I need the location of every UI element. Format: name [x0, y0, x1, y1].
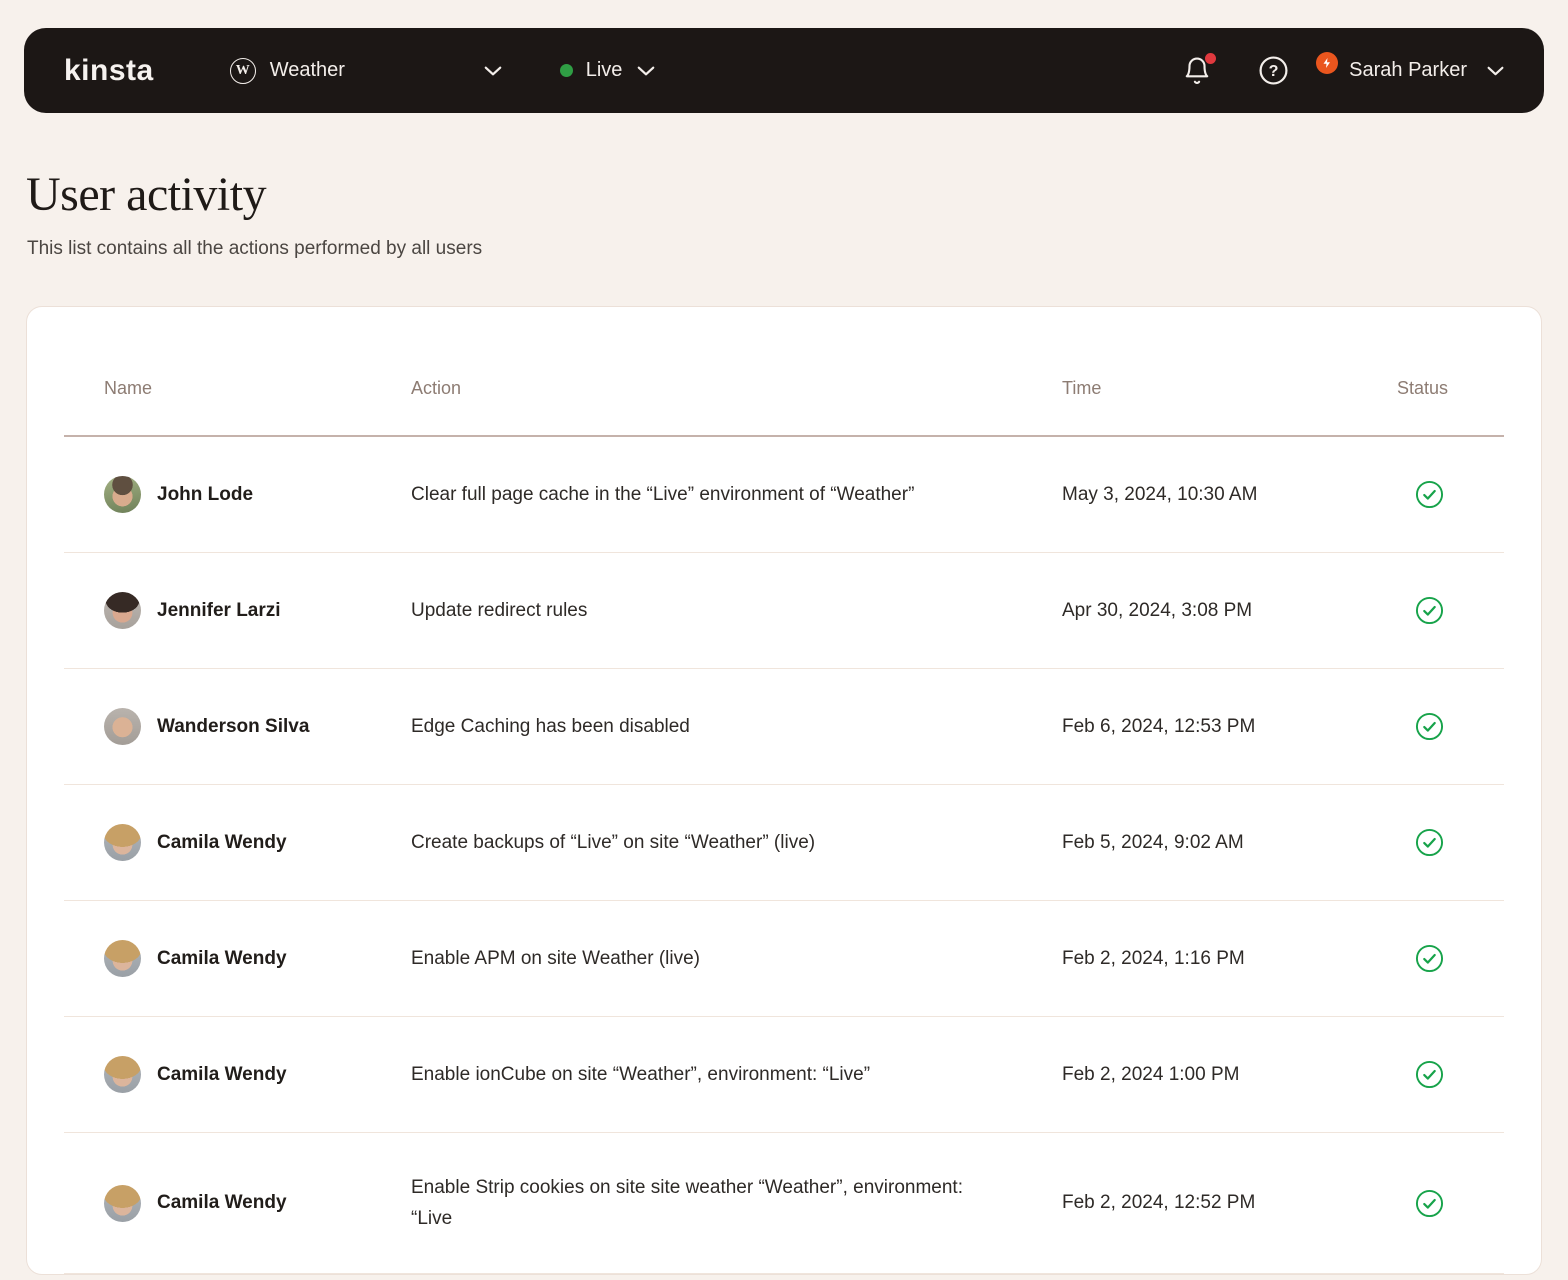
- help-button[interactable]: ?: [1258, 55, 1289, 86]
- success-status-icon: [1415, 828, 1444, 857]
- page-title: User activity: [26, 168, 267, 221]
- column-header-name: Name: [104, 377, 153, 398]
- status-cell: [1397, 828, 1504, 857]
- top-navbar: kinsta W Weather Live ? Sarah Parker: [24, 28, 1544, 113]
- action-text: Create backups of “Live” on site “Weathe…: [411, 832, 816, 853]
- user-name: Camila Wendy: [157, 947, 287, 969]
- column-header-status: Status: [1397, 377, 1449, 398]
- wordpress-icon: W: [229, 57, 256, 84]
- success-status-icon: [1415, 944, 1444, 973]
- user-cell: John Lode: [64, 476, 411, 513]
- action-text: Enable ionCube on site “Weather”, enviro…: [411, 1064, 871, 1085]
- avatar: [104, 940, 141, 977]
- user-name: Jennifer Larzi: [157, 599, 281, 621]
- user-activity-card: Name Action Time Status John Lode Clear …: [26, 306, 1542, 1275]
- table-row: Camila Wendy Create backups of “Live” on…: [64, 785, 1504, 901]
- question-mark-icon: ?: [1259, 56, 1288, 85]
- site-selector-dropdown[interactable]: W Weather: [229, 57, 502, 84]
- time-cell: Feb 2, 2024 1:00 PM: [1062, 1063, 1240, 1085]
- user-menu[interactable]: Sarah Parker: [1316, 51, 1504, 82]
- avatar: [104, 1056, 141, 1093]
- status-cell: [1397, 596, 1504, 625]
- success-status-icon: [1415, 712, 1444, 741]
- status-cell: [1397, 1060, 1504, 1089]
- action-text: Update redirect rules: [411, 600, 588, 621]
- site-selector-label: Weather: [269, 59, 345, 81]
- plan-badge: [1316, 51, 1339, 74]
- action-text: Enable Strip cookies on site site weathe…: [411, 1177, 963, 1229]
- status-cell: [1397, 480, 1504, 509]
- time-cell: May 3, 2024, 10:30 AM: [1062, 483, 1258, 505]
- action-cell: Update redirect rules: [411, 595, 1062, 626]
- action-cell: Enable Strip cookies on site site weathe…: [411, 1172, 1062, 1234]
- chevron-down-icon: [484, 66, 502, 75]
- user-name: Wanderson Silva: [157, 715, 310, 737]
- time-cell: Feb 2, 2024, 12:52 PM: [1062, 1192, 1256, 1213]
- chevron-down-icon: [1487, 66, 1504, 75]
- chevron-down-icon: [638, 66, 655, 75]
- success-status-icon: [1415, 1189, 1444, 1217]
- action-cell: Enable APM on site Weather (live): [411, 943, 1062, 974]
- time-cell: Apr 30, 2024, 3:08 PM: [1062, 599, 1253, 621]
- environment-selector-label: Live: [585, 59, 623, 81]
- column-header-action: Action: [411, 377, 462, 398]
- svg-text:?: ?: [1269, 62, 1279, 80]
- time-cell: Feb 2, 2024, 1:16 PM: [1062, 947, 1245, 969]
- unread-notification-dot: [1205, 52, 1217, 64]
- action-text: Edge Caching has been disabled: [411, 716, 690, 737]
- table-row: Wanderson Silva Edge Caching has been di…: [64, 669, 1504, 785]
- user-name: Camila Wendy: [157, 831, 287, 853]
- table-row: Camila Wendy Enable ionCube on site “Wea…: [64, 1017, 1504, 1133]
- page-subtitle: This list contains all the actions perfo…: [27, 238, 483, 259]
- environment-selector-dropdown[interactable]: Live: [559, 59, 656, 82]
- action-text: Enable APM on site Weather (live): [411, 948, 701, 969]
- user-cell: Camila Wendy: [64, 1056, 411, 1093]
- user-cell: Camila Wendy: [64, 824, 411, 861]
- user-cell: Wanderson Silva: [64, 708, 411, 745]
- success-status-icon: [1415, 480, 1444, 509]
- avatar: [104, 476, 141, 513]
- action-cell: Edge Caching has been disabled: [411, 711, 1062, 742]
- action-cell: Enable ionCube on site “Weather”, enviro…: [411, 1059, 1062, 1090]
- success-status-icon: [1415, 1060, 1444, 1089]
- avatar: [104, 1184, 141, 1222]
- success-status-icon: [1415, 596, 1444, 625]
- table-row: John Lode Clear full page cache in the “…: [64, 437, 1504, 553]
- table-header-row: Name Action Time Status: [64, 307, 1504, 437]
- user-name: Camila Wendy: [157, 1192, 287, 1213]
- status-cell: [1397, 944, 1504, 973]
- user-name: John Lode: [157, 483, 254, 505]
- lightning-icon: [1323, 57, 1331, 68]
- live-status-dot: [559, 64, 573, 77]
- avatar: [104, 592, 141, 629]
- action-text: Clear full page cache in the “Live” envi…: [411, 484, 915, 505]
- user-name-label: Sarah Parker: [1349, 59, 1467, 81]
- action-cell: Create backups of “Live” on site “Weathe…: [411, 827, 1062, 858]
- user-cell: Camila Wendy: [64, 1184, 411, 1222]
- action-cell: Clear full page cache in the “Live” envi…: [411, 479, 1062, 510]
- table-row: Camila Wendy Enable Strip cookies on sit…: [64, 1133, 1504, 1274]
- navbar-right-group: ? Sarah Parker: [1182, 51, 1504, 86]
- user-cell: Jennifer Larzi: [64, 592, 411, 629]
- user-cell: Camila Wendy: [64, 940, 411, 977]
- column-header-time: Time: [1062, 377, 1102, 398]
- table-row: Camila Wendy Enable APM on site Weather …: [64, 901, 1504, 1017]
- avatar: [104, 708, 141, 745]
- avatar: [104, 824, 141, 861]
- time-cell: Feb 5, 2024, 9:02 AM: [1062, 831, 1244, 853]
- status-cell: [1397, 1189, 1504, 1218]
- user-name: Camila Wendy: [157, 1063, 287, 1085]
- notifications-button[interactable]: [1182, 52, 1217, 86]
- kinsta-logo[interactable]: kinsta: [64, 54, 154, 88]
- time-cell: Feb 6, 2024, 12:53 PM: [1062, 715, 1256, 737]
- status-cell: [1397, 712, 1504, 741]
- table-row: Jennifer Larzi Update redirect rules Apr…: [64, 553, 1504, 669]
